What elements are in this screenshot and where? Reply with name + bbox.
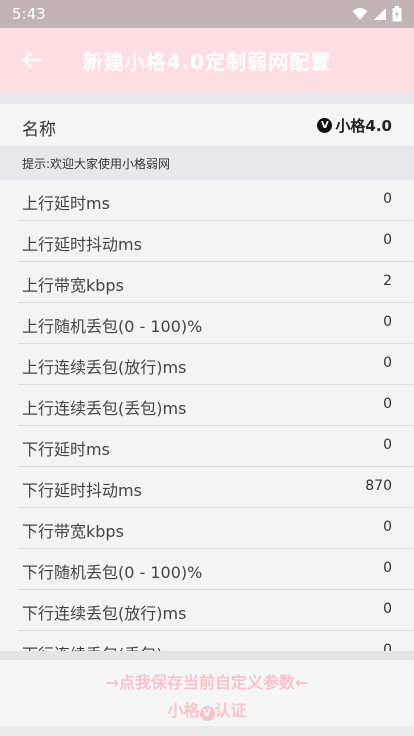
auth-label: 小格 V 认证: [0, 697, 414, 721]
v-badge-icon: V: [317, 118, 333, 133]
status-bar: 5:43: [0, 0, 414, 28]
app-bar: 新建小格4.0定制弱网配置: [0, 28, 414, 92]
v-badge-icon: V: [199, 706, 215, 721]
hint-text: 提示:欢迎大家使用小格弱网: [22, 157, 171, 171]
name-value-text: 小格4.0: [335, 117, 392, 135]
row-label: 上行延时抖动ms: [22, 235, 142, 254]
divider: [0, 92, 414, 104]
list-item[interactable]: 上行连续丢包(放行)ms 0: [0, 344, 414, 385]
row-value: 0: [383, 314, 392, 330]
list-item[interactable]: 上行带宽kbps 2: [0, 262, 414, 303]
auth-suffix: 认证: [214, 701, 247, 720]
save-button[interactable]: →点我保存当前自定义参数←: [0, 669, 414, 693]
hint-banner: 提示:欢迎大家使用小格弱网: [0, 146, 414, 180]
page-title: 新建小格4.0定制弱网配置: [82, 50, 332, 74]
auth-prefix: 小格: [167, 701, 200, 720]
row-label: 上行延时ms: [22, 194, 110, 213]
row-label: 上行连续丢包(丢包)ms: [22, 399, 187, 418]
list-item[interactable]: 下行延时ms 0: [0, 426, 414, 467]
signal-icon: [374, 8, 386, 20]
row-label: 上行带宽kbps: [22, 276, 124, 295]
row-value: 0: [383, 355, 392, 371]
row-label: 下行随机丢包(0 - 100)%: [22, 563, 203, 582]
list-item[interactable]: 上行连续丢包(丢包)ms 0: [0, 385, 414, 426]
row-value: 2: [383, 273, 392, 289]
row-value: 0: [383, 601, 392, 617]
row-label: 上行连续丢包(放行)ms: [22, 358, 187, 377]
battery-icon: [392, 6, 402, 22]
row-value: 0: [383, 437, 392, 453]
row-label: 上行随机丢包(0 - 100)%: [22, 317, 203, 336]
row-label: 下行延时抖动ms: [22, 481, 142, 500]
row-value: 0: [383, 191, 392, 207]
list-item[interactable]: 下行延时抖动ms 870: [0, 467, 414, 508]
list-item[interactable]: 下行带宽kbps 0: [0, 508, 414, 549]
list-item[interactable]: 上行延时ms 0: [0, 180, 414, 221]
row-label: 下行连续丢包(丢包)ms: [22, 641, 186, 651]
name-row[interactable]: 名称 V 小格4.0: [0, 104, 414, 146]
list-item[interactable]: 上行随机丢包(0 - 100)% 0: [0, 303, 414, 344]
name-label: 名称: [22, 120, 56, 140]
status-icons: [352, 6, 402, 22]
row-value: 0: [383, 519, 392, 535]
row-value: 0: [383, 396, 392, 412]
row-label: 下行连续丢包(放行)ms: [22, 604, 187, 623]
row-label: 下行带宽kbps: [22, 522, 124, 541]
wifi-icon: [352, 8, 368, 20]
row-value: 0: [383, 560, 392, 576]
list-item[interactable]: 上行延时抖动ms 0: [0, 221, 414, 262]
list-item[interactable]: 下行随机丢包(0 - 100)% 0: [0, 549, 414, 590]
row-value: 870: [365, 478, 392, 494]
settings-list[interactable]: 上行延时ms 0 上行延时抖动ms 0 上行带宽kbps 2 上行随机丢包(0 - 1…: [0, 180, 414, 651]
status-time: 5:43: [12, 5, 46, 23]
row-label: 下行延时ms: [22, 440, 110, 459]
list-item[interactable]: 下行连续丢包(丢包)ms 0: [0, 631, 414, 651]
row-value: 0: [383, 642, 392, 651]
footer: →点我保存当前自定义参数← 小格 V 认证: [0, 660, 414, 726]
bottom-strip: [0, 726, 414, 736]
list-item[interactable]: 下行连续丢包(放行)ms 0: [0, 590, 414, 631]
footer-divider: [0, 651, 414, 660]
name-value: V 小格4.0: [317, 115, 392, 136]
row-value: 0: [383, 232, 392, 248]
